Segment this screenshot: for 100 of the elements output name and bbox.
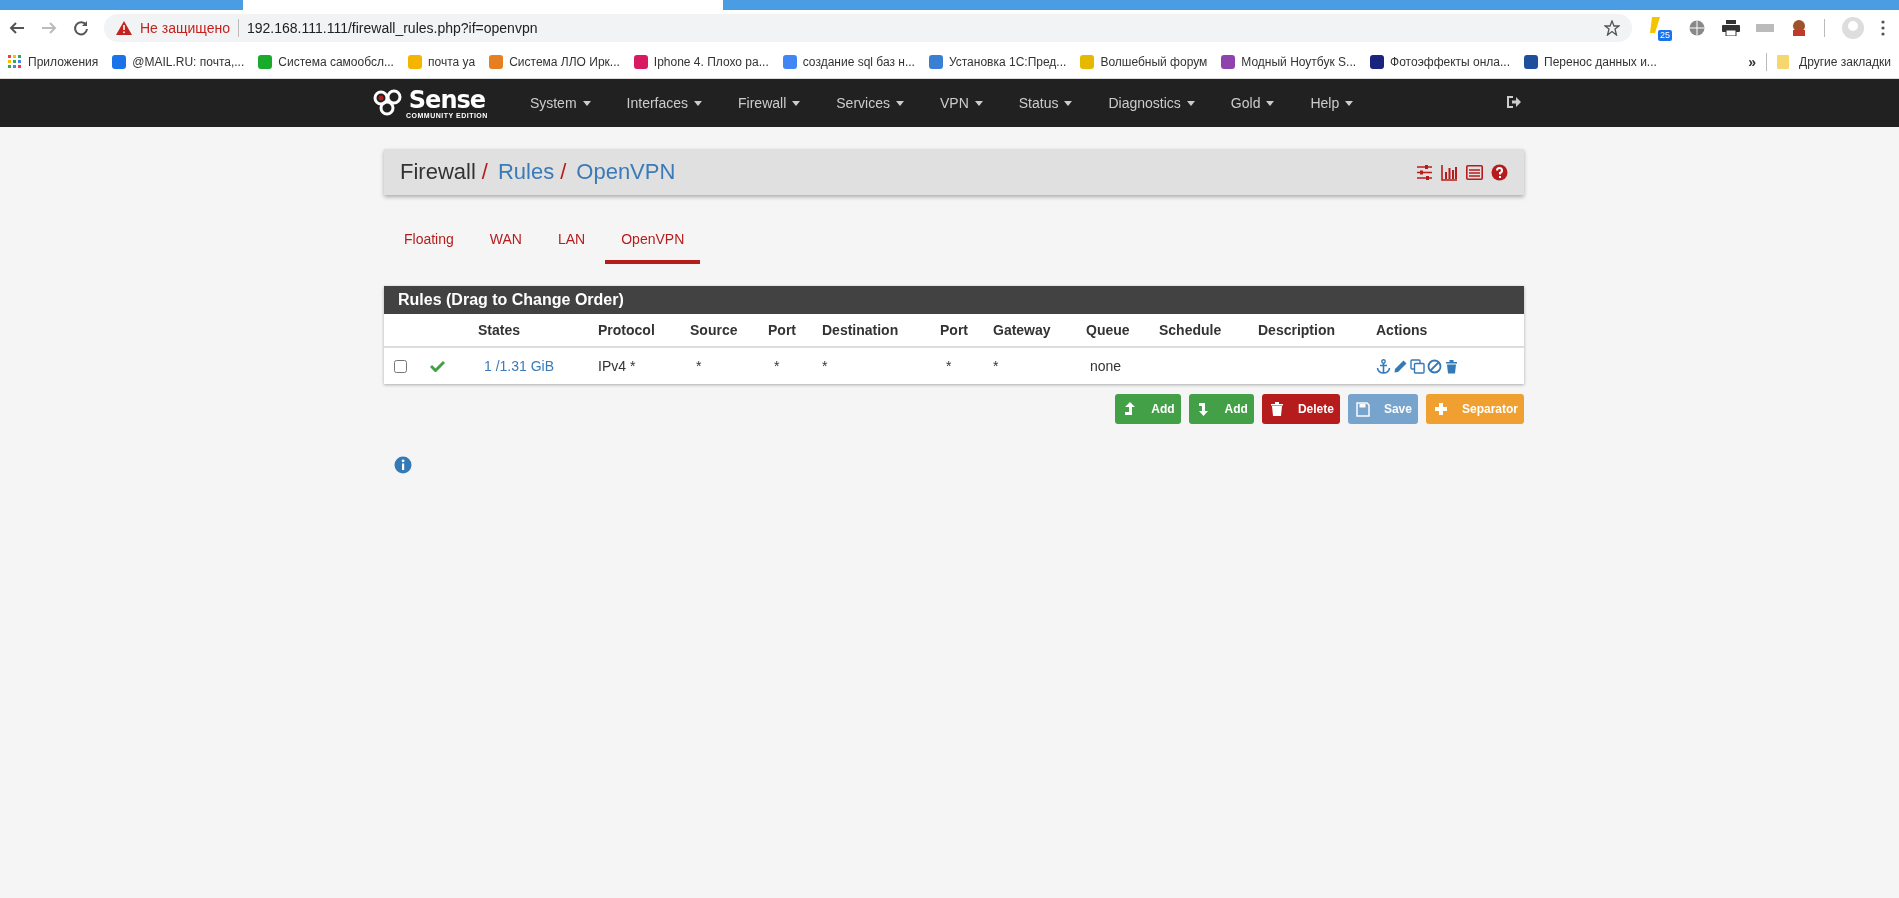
- column-header: Destination: [816, 314, 934, 348]
- trash-icon[interactable]: [1444, 358, 1459, 374]
- caret-icon: [792, 100, 801, 106]
- table-cell: IPv4 *: [598, 358, 636, 374]
- printer-icon[interactable]: [1722, 20, 1740, 36]
- table-cell: *: [993, 358, 999, 374]
- caret-icon: [1186, 100, 1195, 106]
- help-icon[interactable]: [1491, 163, 1508, 181]
- site-icon: [1221, 55, 1236, 69]
- menu-item[interactable]: Status: [1000, 95, 1091, 111]
- site-icon: [489, 55, 504, 69]
- site-icon: [1370, 55, 1385, 69]
- tab[interactable]: WAN: [473, 223, 538, 264]
- menu-item[interactable]: System: [511, 95, 609, 111]
- menu-item[interactable]: Firewall: [720, 95, 819, 111]
- bookmark-link[interactable]: Iphone 4. Плохо ра...: [653, 55, 769, 69]
- disable-icon[interactable]: [1427, 358, 1442, 374]
- tab[interactable]: OpenVPN: [605, 223, 701, 264]
- bookmark-link[interactable]: Приложения: [28, 55, 99, 69]
- column-header: Port: [762, 314, 816, 348]
- bookmark-link[interactable]: Установка 1С:Пред...: [948, 55, 1067, 69]
- star-icon[interactable]: [1604, 20, 1620, 36]
- bookmark-link[interactable]: @MAIL.RU: почта,...: [132, 55, 245, 69]
- column-header: Actions: [1370, 314, 1524, 348]
- folder-icon: [1777, 55, 1790, 69]
- caret-icon: [974, 100, 983, 106]
- caret-icon: [1266, 100, 1275, 106]
- column-header: Protocol: [592, 314, 684, 348]
- bookmark-link[interactable]: Система ЛЛО Ирк...: [509, 55, 620, 69]
- bookmark-link[interactable]: Фотоэффекты онла...: [1390, 55, 1510, 69]
- panel-title: Rules (Drag to Change Order): [384, 286, 1524, 314]
- table-cell: *: [696, 358, 702, 374]
- pencil-icon[interactable]: [1393, 358, 1408, 374]
- trash-icon: [1269, 401, 1284, 417]
- column-header: Queue: [1080, 314, 1153, 348]
- caret-icon: [694, 100, 703, 106]
- site-icon: [782, 55, 797, 69]
- logout-icon[interactable]: [1506, 95, 1522, 109]
- site-icon: [258, 55, 273, 69]
- url-text: 192.168.111.111/firewall_rules.php?if=openvpn: [247, 20, 538, 36]
- security-label: Не защищено: [140, 20, 230, 36]
- site-icon: [928, 55, 943, 69]
- bookmark-link[interactable]: Модный Ноутбук S...: [1241, 55, 1357, 69]
- arrow-up-icon: [1123, 401, 1138, 417]
- address-bar[interactable]: Не защищено 192.168.111.111/firewall_rules.php?if=openvpn: [104, 14, 1632, 42]
- anchor-icon[interactable]: [1376, 358, 1391, 374]
- table-cell: *: [774, 358, 780, 374]
- bookmark-folder[interactable]: Другие закладки: [1799, 55, 1891, 69]
- plus-icon: [1433, 401, 1448, 417]
- column-header: Description: [1252, 314, 1370, 348]
- breadcrumb-separator: /: [481, 159, 488, 185]
- list-icon[interactable]: [1466, 163, 1483, 181]
- bar-chart-icon[interactable]: [1441, 163, 1458, 181]
- menu-item[interactable]: Interfaces: [608, 95, 721, 111]
- table-cell: *: [946, 358, 952, 374]
- menu-item[interactable]: Services: [818, 95, 922, 111]
- tab[interactable]: LAN: [541, 223, 602, 264]
- menu-item[interactable]: Diagnostics: [1090, 95, 1213, 111]
- caret-icon: [582, 100, 591, 106]
- column-header: Gateway: [987, 314, 1080, 348]
- site-icon: [1524, 55, 1538, 69]
- column-header: Source: [684, 314, 762, 348]
- bookmark-link[interactable]: Волшебный форум: [1100, 55, 1208, 69]
- more-bookmarks-button[interactable]: »: [1748, 54, 1757, 70]
- menu-item[interactable]: VPN: [921, 95, 1001, 111]
- breadcrumb-item: Firewall: [400, 159, 476, 185]
- breadcrumb-separator: /: [560, 159, 567, 185]
- site-icon: [407, 55, 422, 69]
- arrow-down-icon: [1196, 401, 1211, 417]
- sliders-icon[interactable]: [1416, 163, 1433, 181]
- delete-button[interactable]: Delete: [1261, 394, 1340, 424]
- table-cell: *: [822, 358, 828, 374]
- warning-icon: [116, 21, 132, 35]
- caret-icon: [1064, 100, 1073, 106]
- bookmark-link[interactable]: создание sql баз н...: [802, 55, 915, 69]
- column-header: States: [472, 314, 592, 348]
- info-icon[interactable]: [394, 456, 412, 474]
- bookmark-link[interactable]: Перенос данных и...: [1544, 55, 1657, 69]
- reload-icon[interactable]: [72, 19, 90, 37]
- site-icon: [112, 55, 127, 69]
- menu-item[interactable]: Help: [1292, 95, 1372, 111]
- column-header: Schedule: [1153, 314, 1252, 348]
- bookmark-link[interactable]: Система самообсл...: [278, 55, 394, 69]
- table-cell: none: [1090, 358, 1122, 374]
- extension-icon[interactable]: [1790, 19, 1808, 37]
- globe-icon[interactable]: [1688, 19, 1706, 37]
- caret-icon: [895, 100, 904, 106]
- caret-icon: [1345, 100, 1354, 106]
- site-icon: [1080, 55, 1095, 69]
- copy-icon[interactable]: [1410, 358, 1425, 374]
- states-link[interactable]: 1 /1.31 GiB: [484, 358, 555, 374]
- logo-text: Sense: [408, 87, 486, 112]
- tab[interactable]: Floating: [388, 223, 470, 264]
- menu-item[interactable]: Gold: [1212, 95, 1293, 111]
- apps-grid-icon: [8, 55, 22, 69]
- site-icon: [633, 55, 648, 69]
- column-header: Port: [934, 314, 987, 348]
- menu-icon[interactable]: [1881, 20, 1885, 36]
- bookmark-link[interactable]: почта ya: [427, 55, 476, 69]
- row-checkbox[interactable]: [394, 359, 407, 373]
